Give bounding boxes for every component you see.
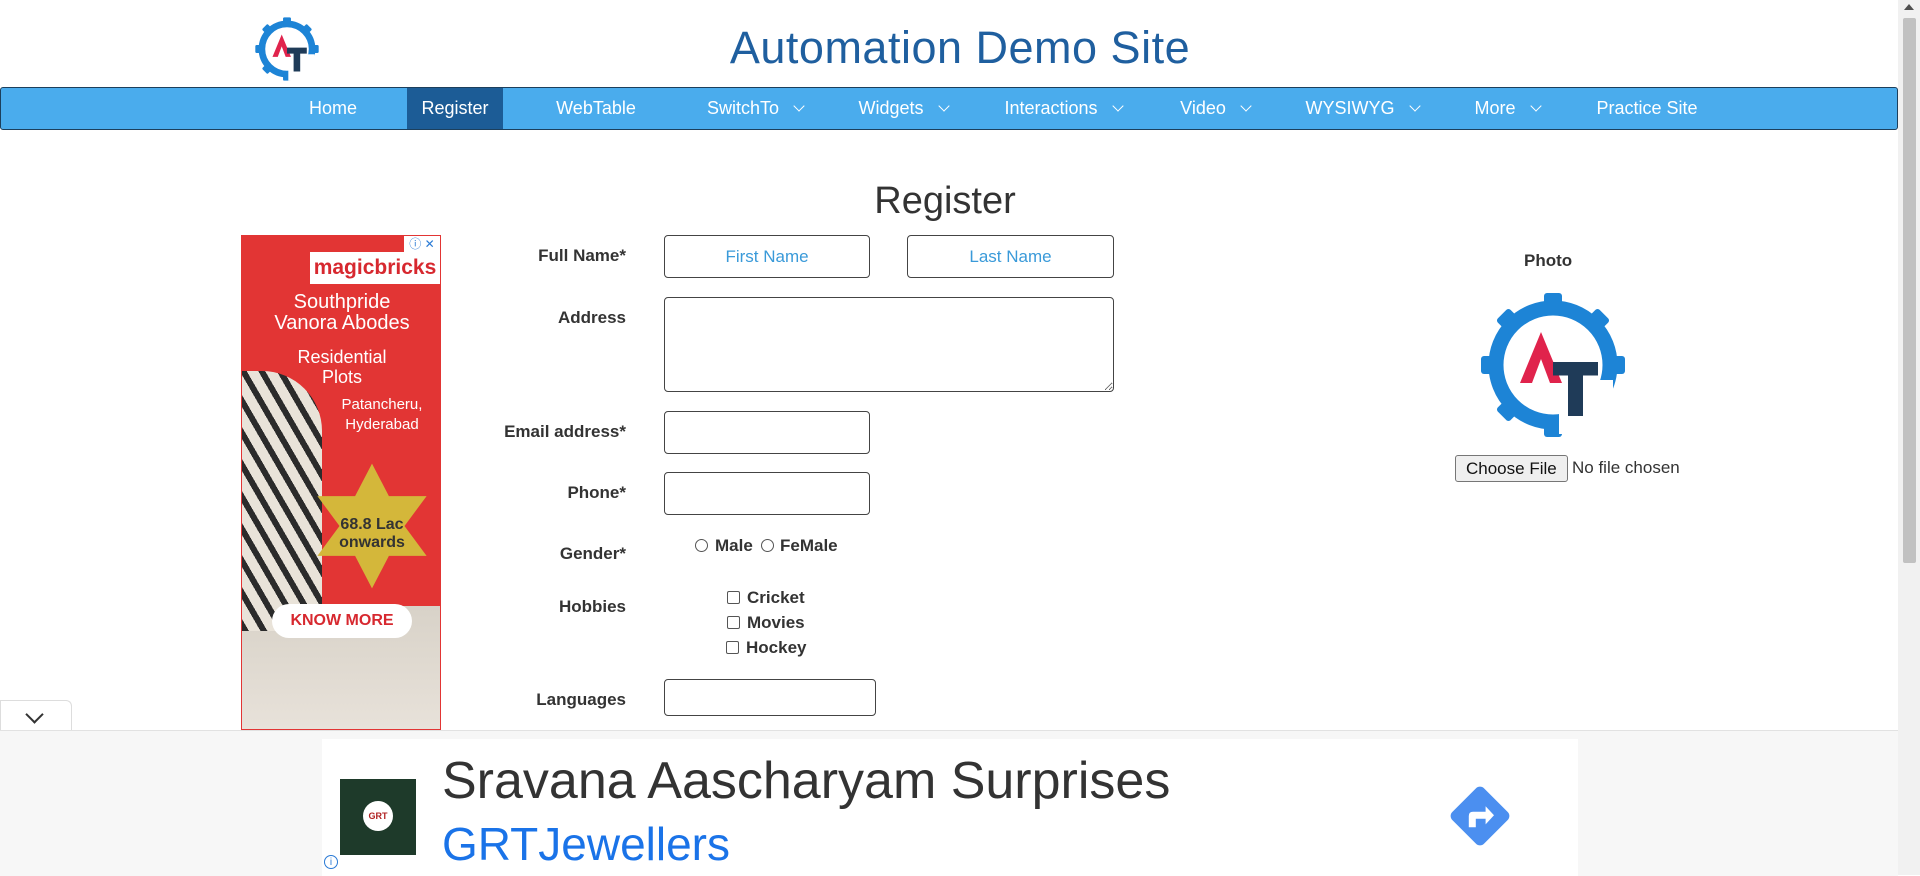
chevron-down-icon <box>25 705 44 724</box>
page-heading: Register <box>874 180 1016 222</box>
hobby-movies-label: Movies <box>747 613 805 632</box>
no-file-text: No file chosen <box>1572 458 1680 477</box>
nav-practice-site[interactable]: Practice Site <box>1593 88 1701 129</box>
address-textarea[interactable] <box>664 297 1114 392</box>
chevron-down-icon <box>1240 100 1252 112</box>
ad-brand-logo: magicbricks <box>310 252 440 284</box>
ad-price-2: onwards <box>339 534 405 551</box>
nav-webtable-label: WebTable <box>556 98 636 118</box>
photo-label: Photo <box>1524 251 1573 270</box>
ad-headline-2: Vanora Abodes <box>274 312 410 334</box>
nav-video[interactable]: Video <box>1175 88 1255 129</box>
page-scrollbar[interactable] <box>1898 0 1920 875</box>
nav-more-label: More <box>1474 98 1516 118</box>
scroll-up-arrow-icon[interactable] <box>1904 4 1914 10</box>
nav-widgets[interactable]: Widgets <box>853 88 953 129</box>
gender-male-radio[interactable] <box>695 539 708 552</box>
email-input[interactable] <box>664 411 870 454</box>
ad-price: 68.8 Lac onwards <box>322 516 422 552</box>
bottom-ad-advertiser[interactable]: GRTJewellers <box>442 817 730 871</box>
chevron-down-icon <box>793 100 805 112</box>
nav-webtable[interactable]: WebTable <box>541 88 651 129</box>
gender-female-radio[interactable] <box>761 539 774 552</box>
scrollbar-thumb[interactable] <box>1903 18 1916 563</box>
nav-home[interactable]: Home <box>293 88 373 129</box>
chevron-down-icon <box>1408 100 1421 112</box>
ad-choices-icon[interactable]: i <box>324 855 338 869</box>
gender-female-label: FeMale <box>780 536 838 555</box>
nav-more[interactable]: More <box>1471 88 1543 129</box>
hobby-cricket-checkbox[interactable] <box>727 591 740 604</box>
ad-know-more-button[interactable]: KNOW MORE <box>272 604 412 638</box>
ad-info-close-icon[interactable]: ⓘ ✕ <box>404 236 440 252</box>
full-name-label: Full Name* <box>538 246 626 265</box>
bottom-ad-banner[interactable]: GRT Sravana Aascharyam Surprises GRTJewe… <box>0 730 1898 876</box>
phone-input[interactable] <box>664 472 870 515</box>
nav-wysiwyg-label: WYSIWYG <box>1305 98 1395 118</box>
chevron-down-icon <box>1111 100 1124 112</box>
last-name-input[interactable] <box>907 235 1114 278</box>
ad-headline-1: Southpride <box>293 291 391 313</box>
hobby-hockey-checkbox[interactable] <box>726 641 739 654</box>
main-navbar: Home Register WebTable SwitchTo Widgets … <box>0 87 1898 130</box>
email-label: Email address* <box>504 422 626 441</box>
advertiser-logo: GRT <box>340 779 416 855</box>
chevron-down-icon <box>937 100 950 112</box>
hobby-cricket-label: Cricket <box>747 588 805 607</box>
left-ad-banner[interactable]: ⓘ ✕ magicbricks Southpride Vanora Abodes… <box>241 235 441 730</box>
ad-sub-1: Residential <box>297 347 387 367</box>
hobby-hockey-label: Hockey <box>746 638 807 657</box>
bottom-ad-content[interactable]: GRT Sravana Aascharyam Surprises GRTJewe… <box>322 739 1578 876</box>
nav-switchto-label: SwitchTo <box>706 98 780 118</box>
site-title: Automation Demo Site <box>729 22 1191 73</box>
address-label: Address <box>557 308 626 327</box>
hobby-movies-checkbox[interactable] <box>727 616 740 629</box>
nav-register[interactable]: Register <box>407 88 503 129</box>
collapse-ad-tab[interactable] <box>0 700 72 730</box>
languages-label: Languages <box>536 690 626 709</box>
hobbies-label: Hobbies <box>558 597 626 616</box>
nav-wysiwyg[interactable]: WYSIWYG <box>1303 88 1421 129</box>
nav-switchto[interactable]: SwitchTo <box>701 88 809 129</box>
phone-label: Phone* <box>567 483 626 502</box>
directions-arrow-icon[interactable] <box>1445 781 1515 851</box>
nav-register-label: Register <box>421 98 489 118</box>
bottom-ad-headline: Sravana Aascharyam Surprises <box>442 752 1171 810</box>
chevron-down-icon <box>1529 100 1542 112</box>
languages-multiselect[interactable] <box>664 679 876 716</box>
nav-widgets-label: Widgets <box>858 98 924 118</box>
gender-label: Gender* <box>559 544 626 563</box>
nav-practice-site-label: Practice Site <box>1596 98 1698 118</box>
nav-video-label: Video <box>1180 98 1226 118</box>
choose-file-button[interactable]: Choose File <box>1455 455 1568 482</box>
nav-interactions[interactable]: Interactions <box>1001 88 1125 129</box>
profile-photo-image <box>1481 293 1625 437</box>
nav-home-label: Home <box>308 98 357 118</box>
nav-interactions-label: Interactions <box>1004 98 1098 118</box>
first-name-input[interactable] <box>664 235 870 278</box>
ad-price-1: 68.8 Lac <box>340 516 404 533</box>
gender-male-label: Male <box>715 536 753 555</box>
advertiser-logo-text: GRT <box>363 801 393 831</box>
